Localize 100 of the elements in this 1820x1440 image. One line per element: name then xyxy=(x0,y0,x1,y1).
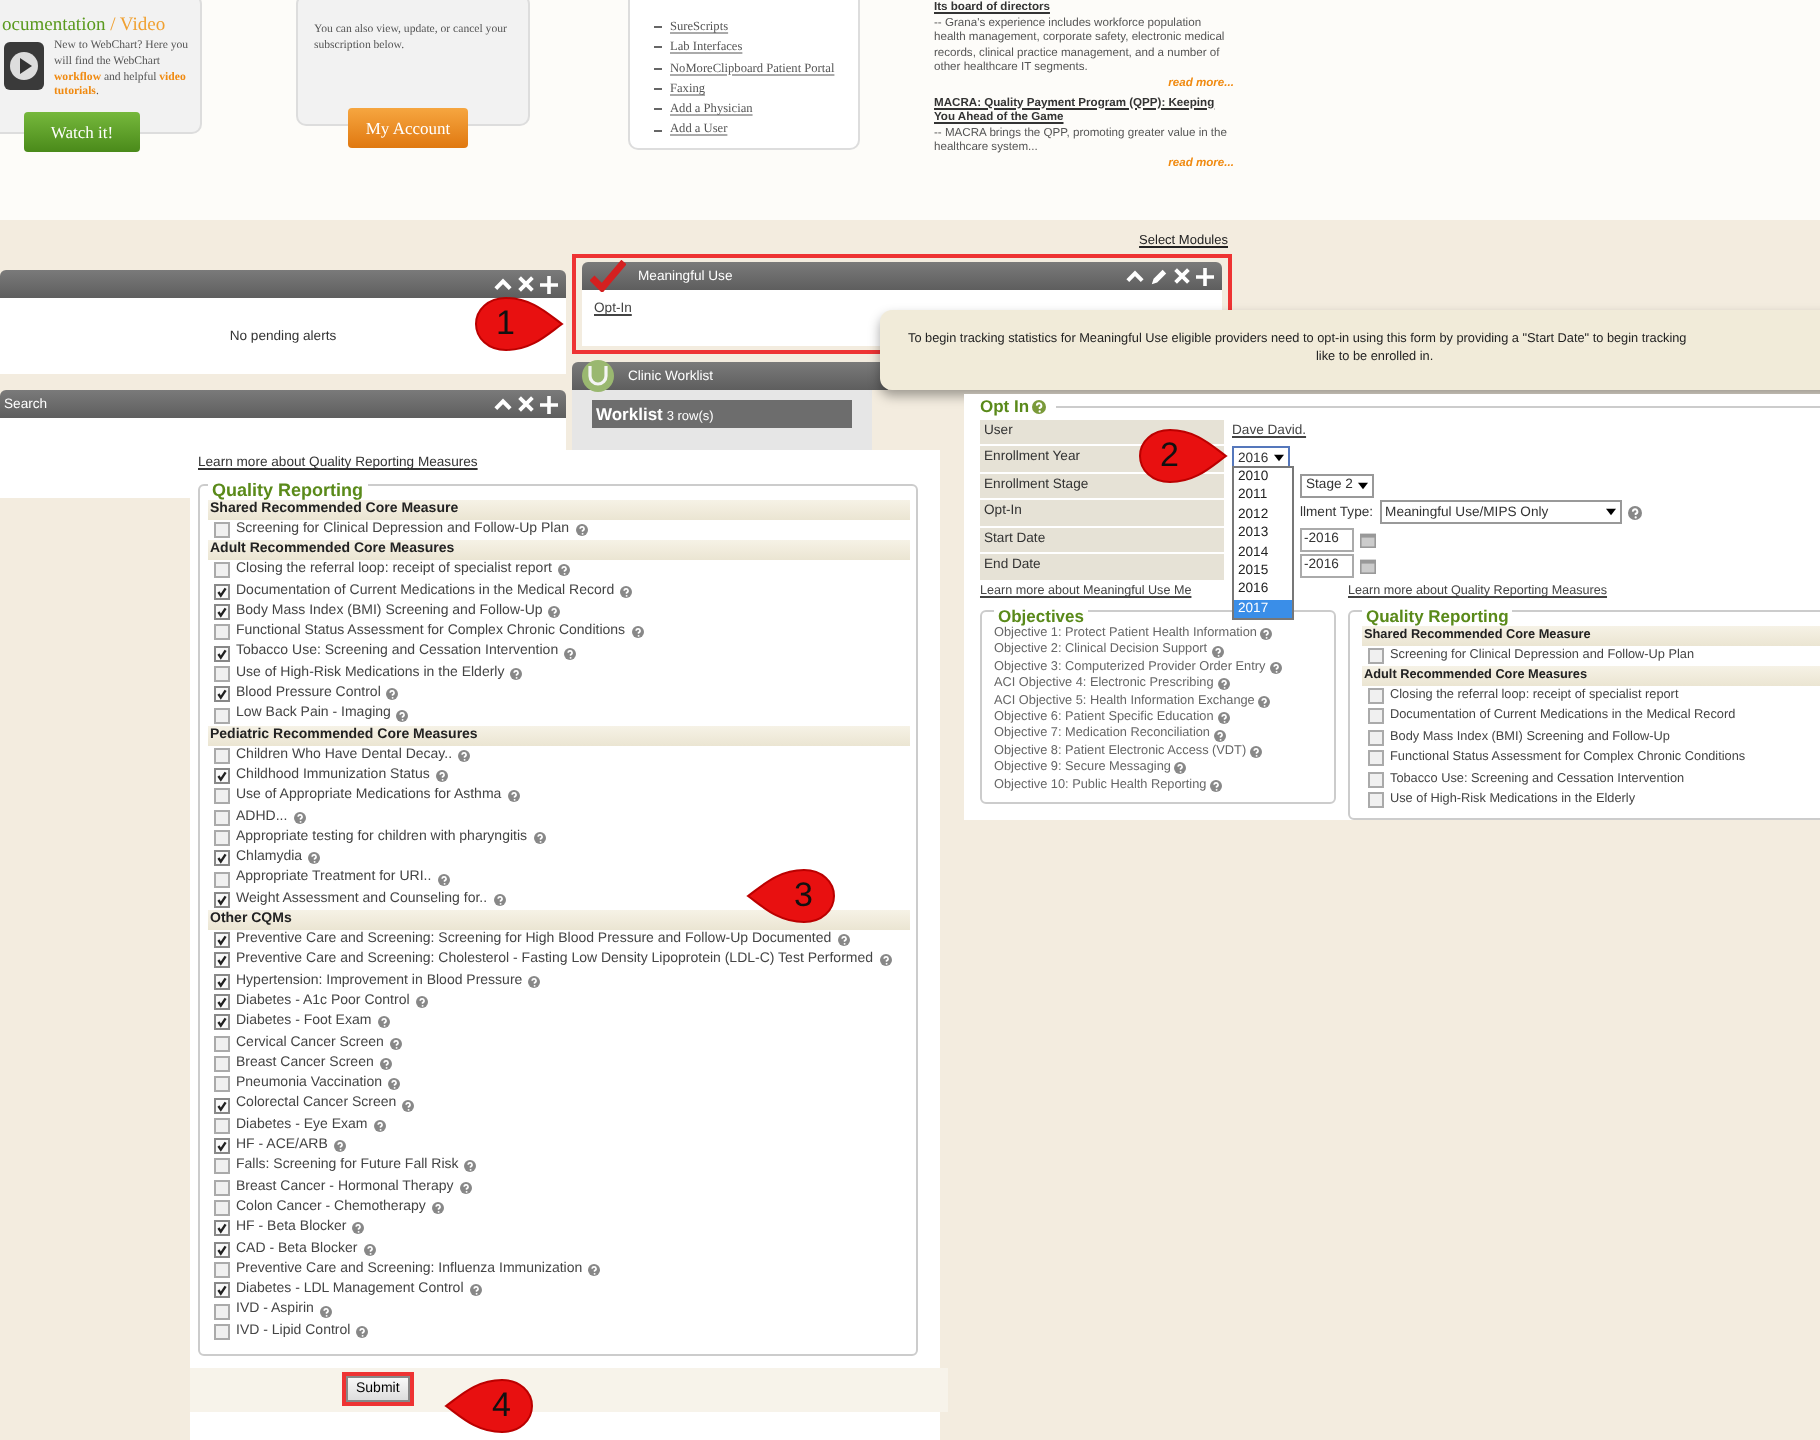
help-icon[interactable] xyxy=(1217,712,1230,725)
help-icon[interactable] xyxy=(507,790,520,803)
calendar-icon[interactable] xyxy=(1360,531,1376,548)
pencil-icon[interactable] xyxy=(1150,267,1168,285)
help-icon[interactable] xyxy=(879,954,892,967)
help-icon[interactable] xyxy=(493,893,506,906)
help-icon[interactable] xyxy=(548,606,561,619)
help-icon[interactable] xyxy=(458,749,471,762)
help-icon[interactable] xyxy=(373,1119,386,1132)
collapse-icon[interactable] xyxy=(494,275,512,293)
checkbox[interactable] xyxy=(214,562,230,579)
help-icon[interactable] xyxy=(352,1222,365,1235)
help-icon[interactable] xyxy=(1210,779,1223,792)
checkbox[interactable] xyxy=(214,891,230,908)
checkbox[interactable] xyxy=(1368,729,1384,746)
checkbox[interactable] xyxy=(214,1014,230,1031)
help-icon[interactable] xyxy=(386,688,399,701)
help-icon[interactable] xyxy=(388,1078,401,1091)
help-icon[interactable] xyxy=(1031,399,1046,413)
close-icon[interactable] xyxy=(1174,268,1190,284)
help-icon[interactable] xyxy=(1211,645,1224,658)
help-icon[interactable] xyxy=(564,647,577,660)
checkbox[interactable] xyxy=(214,830,230,846)
move-icon[interactable] xyxy=(1196,267,1214,285)
checkbox[interactable] xyxy=(214,871,230,888)
checkbox[interactable] xyxy=(214,1035,230,1052)
help-icon[interactable] xyxy=(435,770,448,783)
checkbox[interactable] xyxy=(1368,687,1384,704)
checkbox[interactable] xyxy=(214,1303,230,1320)
checkbox[interactable] xyxy=(214,707,230,724)
help-icon[interactable] xyxy=(1258,695,1271,708)
help-icon[interactable] xyxy=(631,626,644,639)
checkbox[interactable] xyxy=(214,994,230,1011)
help-icon[interactable] xyxy=(363,1243,376,1256)
help-icon[interactable] xyxy=(528,975,541,988)
help-icon[interactable] xyxy=(389,1037,402,1050)
help-icon[interactable] xyxy=(1217,678,1230,691)
checkbox[interactable] xyxy=(214,768,230,785)
help-icon[interactable] xyxy=(308,852,321,865)
checkbox[interactable] xyxy=(214,1241,230,1258)
help-icon[interactable] xyxy=(575,524,588,537)
help-icon[interactable] xyxy=(1269,662,1282,675)
help-icon[interactable] xyxy=(319,1305,332,1318)
help-icon[interactable] xyxy=(1260,628,1273,641)
checkbox[interactable] xyxy=(1368,792,1384,809)
help-icon[interactable] xyxy=(333,1140,346,1153)
checkbox[interactable] xyxy=(214,1158,230,1175)
checkbox[interactable] xyxy=(214,1220,230,1237)
help-icon[interactable] xyxy=(377,1016,390,1029)
help-icon[interactable] xyxy=(1250,746,1263,759)
checkbox[interactable] xyxy=(214,747,230,764)
help-icon[interactable] xyxy=(356,1325,369,1338)
checkbox[interactable] xyxy=(214,1097,230,1114)
help-icon[interactable] xyxy=(588,1263,601,1276)
help-icon[interactable] xyxy=(510,667,523,680)
help-icon[interactable] xyxy=(1174,762,1187,775)
move-icon[interactable] xyxy=(540,275,558,293)
help-icon[interactable] xyxy=(557,564,570,577)
checkbox[interactable] xyxy=(214,1323,230,1340)
calendar-icon[interactable] xyxy=(1360,558,1376,575)
close-icon[interactable] xyxy=(518,396,534,412)
collapse-icon[interactable] xyxy=(494,395,512,413)
checkbox[interactable] xyxy=(214,583,230,600)
help-icon[interactable] xyxy=(464,1160,477,1173)
help-icon[interactable] xyxy=(620,585,633,598)
help-icon[interactable] xyxy=(396,709,409,722)
checkbox[interactable] xyxy=(214,932,230,949)
checkbox[interactable] xyxy=(214,952,230,969)
help-icon[interactable] xyxy=(1214,729,1226,742)
help-icon[interactable] xyxy=(431,1202,444,1215)
checkbox[interactable] xyxy=(214,645,230,662)
checkbox[interactable] xyxy=(214,1117,230,1134)
checkbox[interactable] xyxy=(214,809,230,826)
help-icon[interactable] xyxy=(415,996,428,1009)
checkbox[interactable] xyxy=(214,1200,230,1217)
checkbox[interactable] xyxy=(214,604,230,621)
checkbox[interactable] xyxy=(214,522,230,539)
help-icon[interactable] xyxy=(459,1181,472,1194)
checkbox[interactable] xyxy=(214,624,230,641)
help-icon[interactable] xyxy=(402,1099,415,1112)
checkbox[interactable] xyxy=(214,850,230,867)
checkbox[interactable] xyxy=(214,973,230,990)
help-icon[interactable] xyxy=(293,811,306,824)
help-icon[interactable] xyxy=(437,873,450,886)
checkbox[interactable] xyxy=(1368,750,1384,767)
close-icon[interactable] xyxy=(518,276,534,292)
checkbox[interactable] xyxy=(214,788,230,805)
checkbox[interactable] xyxy=(214,1076,230,1093)
help-icon[interactable] xyxy=(533,832,546,844)
checkbox[interactable] xyxy=(1368,647,1384,664)
checkbox[interactable] xyxy=(214,1138,230,1155)
move-icon[interactable] xyxy=(540,395,558,413)
help-icon[interactable] xyxy=(837,934,850,947)
checkbox[interactable] xyxy=(214,1179,230,1196)
checkbox[interactable] xyxy=(214,665,230,682)
checkbox[interactable] xyxy=(214,686,230,703)
checkbox[interactable] xyxy=(214,1261,230,1278)
checkbox[interactable] xyxy=(1368,708,1384,725)
checkbox[interactable] xyxy=(214,1055,230,1072)
checkbox[interactable] xyxy=(214,1282,230,1299)
